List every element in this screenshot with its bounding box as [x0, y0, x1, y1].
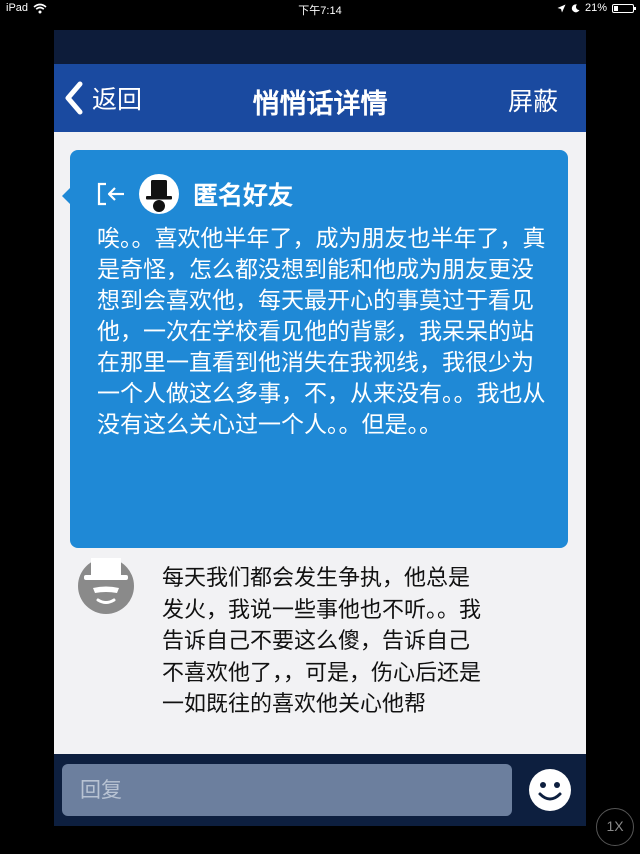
- moon-icon: [571, 3, 580, 12]
- exit-icon[interactable]: [97, 181, 127, 207]
- nav-bar: 返回 悄悄话详情 屏蔽: [54, 64, 586, 132]
- message-content[interactable]: 匿名好友 唉。。喜欢他半年了，成为朋友也半年了，真是奇怪，怎么都没想到能和他成为…: [54, 132, 586, 754]
- battery-icon: [612, 3, 636, 13]
- input-bar: [54, 754, 586, 826]
- page-title: 悄悄话详情: [252, 89, 388, 120]
- battery-percent: 21%: [584, 2, 607, 14]
- location-icon: [557, 4, 566, 12]
- reply-avatar: [78, 558, 134, 614]
- status-time: 下午7:14: [298, 5, 342, 17]
- message-header: 匿名好友: [97, 174, 293, 214]
- smiley-icon[interactable]: [528, 768, 572, 812]
- app-window: 返回 悄悄话详情 屏蔽 匿名好友 唉。。喜欢他半年了，成为朋友也半年了，真是奇怪…: [54, 30, 586, 826]
- reply-text: 每天我们都会发生争执，他总是发火，我说一些事他也不听。。我告诉自己不要这么傻，告…: [162, 566, 482, 717]
- playback-speed-badge[interactable]: 1X: [596, 808, 634, 846]
- message-text: 唉。。喜欢他半年了，成为朋友也半年了，真是奇怪，怎么都没想到能和他成为朋友更没想…: [97, 226, 546, 438]
- sender-name: 匿名好友: [193, 181, 294, 210]
- battery-fill: [614, 5, 618, 11]
- anonymous-avatar: [139, 174, 179, 214]
- status-bar: iPad 下午7:14 21%: [0, 0, 640, 18]
- block-button[interactable]: 屏蔽: [508, 82, 558, 118]
- reply-input[interactable]: [62, 764, 512, 816]
- message-bubble: 匿名好友 唉。。喜欢他半年了，成为朋友也半年了，真是奇怪，怎么都没想到能和他成为…: [62, 150, 568, 548]
